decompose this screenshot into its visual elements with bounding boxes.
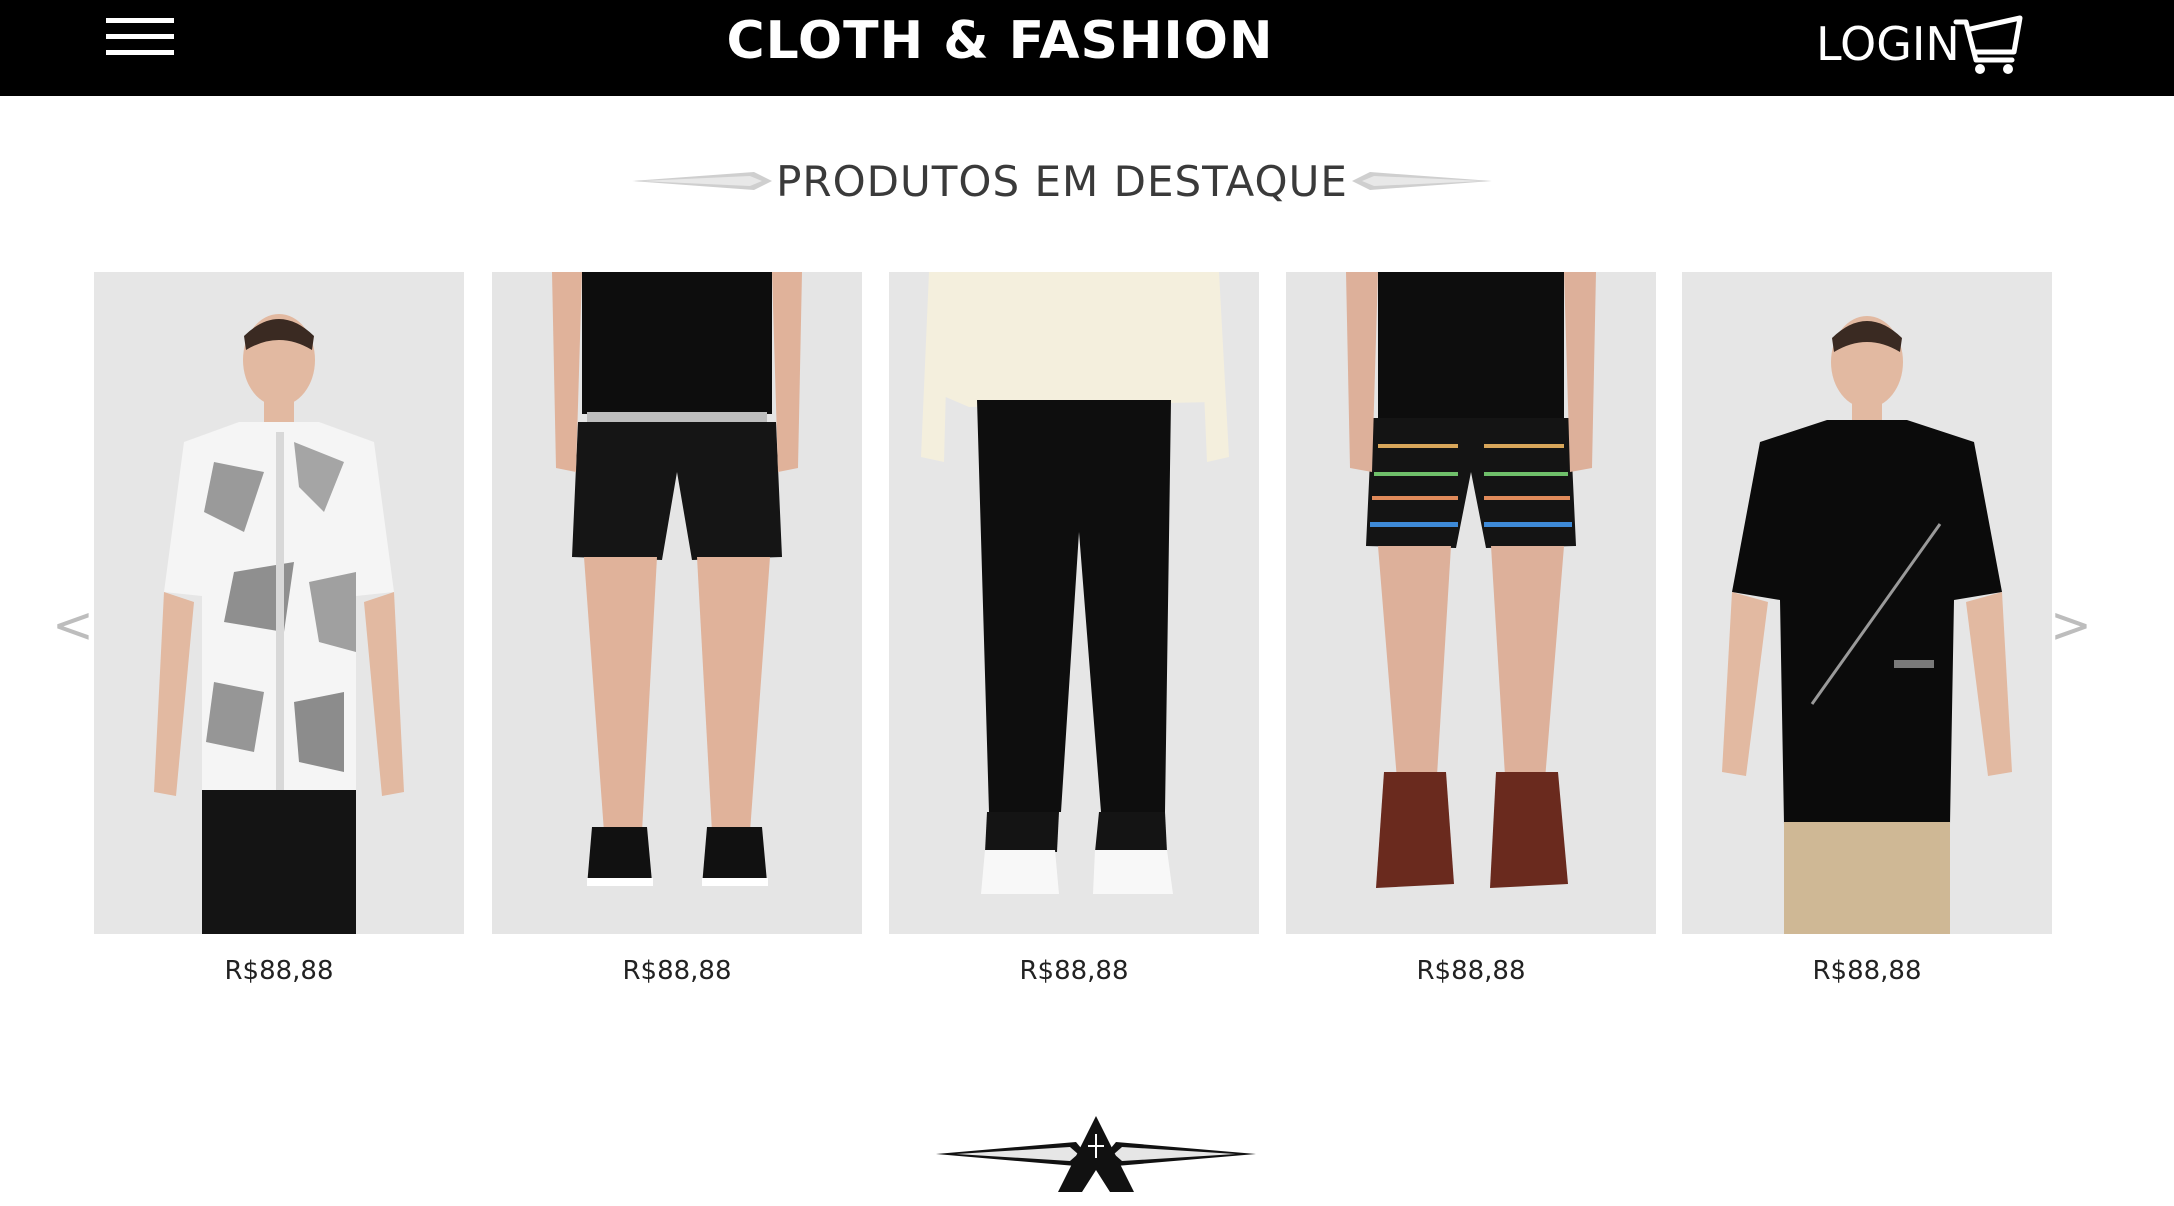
- product-price: R$88,88: [1416, 956, 1526, 986]
- right-arrow-ornament-icon: [1352, 172, 1492, 190]
- product-card[interactable]: R$88,88: [492, 272, 862, 986]
- product-image[interactable]: [1682, 272, 2052, 934]
- featured-section-header: PRODUTOS EM DESTAQUE: [0, 148, 2174, 218]
- shopping-cart-icon[interactable]: [1952, 12, 2024, 76]
- section-title: PRODUTOS EM DESTAQUE: [776, 157, 1348, 206]
- product-image[interactable]: [492, 272, 862, 934]
- carousel-prev-button[interactable]: <: [52, 600, 94, 650]
- product-card[interactable]: R$88,88: [1682, 272, 2052, 986]
- top-navigation-bar: CLOTH & FASHION LOGIN: [0, 0, 2174, 96]
- product-card[interactable]: R$88,88: [889, 272, 1259, 986]
- brand-title[interactable]: CLOTH & FASHION: [0, 8, 2000, 74]
- product-price: R$88,88: [224, 956, 334, 986]
- product-image[interactable]: [1286, 272, 1656, 934]
- product-image[interactable]: [889, 272, 1259, 934]
- product-card[interactable]: R$88,88: [94, 272, 464, 986]
- product-image[interactable]: [94, 272, 464, 934]
- product-price: R$88,88: [622, 956, 732, 986]
- login-link[interactable]: LOGIN: [1816, 16, 1960, 72]
- product-price: R$88,88: [1812, 956, 1922, 986]
- product-price: R$88,88: [1019, 956, 1129, 986]
- brand-emblem-icon: [936, 1116, 1256, 1192]
- product-card[interactable]: R$88,88: [1286, 272, 1656, 986]
- carousel-next-button[interactable]: >: [2050, 600, 2092, 650]
